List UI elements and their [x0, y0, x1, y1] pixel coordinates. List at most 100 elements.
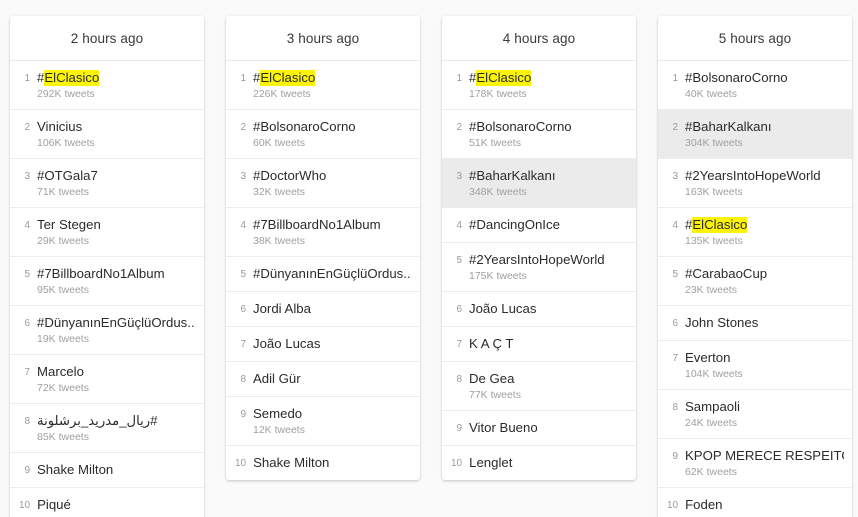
trend-row[interactable]: 7 Everton 104K tweets — [658, 341, 852, 390]
trend-name[interactable]: João Lucas — [253, 334, 412, 353]
trend-name[interactable]: John Stones — [685, 313, 844, 332]
trend-rank: 5 — [672, 269, 678, 280]
trend-row[interactable]: 3 #2YearsIntoHopeWorld 163K tweets — [658, 159, 852, 208]
trend-row[interactable]: 2 #BaharKalkanı 304K tweets — [658, 110, 852, 159]
trend-row[interactable]: 5 #7BillboardNo1Album 95K tweets — [10, 257, 204, 306]
trend-rank: 7 — [672, 353, 678, 364]
trend-row[interactable]: 1 #BolsonaroCorno 40K tweets — [658, 61, 852, 110]
trend-name[interactable]: #ElClasico — [37, 68, 196, 87]
trend-name[interactable]: #DoctorWho — [253, 166, 412, 185]
trend-name[interactable]: Lenglet — [469, 453, 628, 472]
card-header-title: 3 hours ago — [226, 16, 420, 61]
trend-row[interactable]: 8 Sampaoli 24K tweets — [658, 390, 852, 439]
trend-row[interactable]: 1 #ElClasico 178K tweets — [442, 61, 636, 110]
trend-name[interactable]: Jordi Alba — [253, 299, 412, 318]
trend-info: #ElClasico 178K tweets — [469, 68, 628, 102]
trend-name[interactable]: Marcelo — [37, 362, 196, 381]
trend-name[interactable]: #7BillboardNo1Album — [37, 264, 196, 283]
trends-board: 2 hours ago 1 #ElClasico 292K tweets 2 Vinici… — [0, 0, 858, 517]
trend-card: 5 hours ago 1 #BolsonaroCorno 40K tweets 2 #B… — [658, 16, 852, 517]
trend-row[interactable]: 9 KPOP MERECE RESPEITO 62K tweets — [658, 439, 852, 488]
trend-row[interactable]: 6 John Stones — [658, 306, 852, 341]
trend-name[interactable]: #CarabaoCup — [685, 264, 844, 283]
trend-row[interactable]: 4 #DancingOnIce — [442, 208, 636, 243]
trend-rank: 2 — [456, 122, 462, 133]
trend-name[interactable]: Semedo — [253, 404, 412, 423]
trend-name[interactable]: #7BillboardNo1Album — [253, 215, 412, 234]
trend-name[interactable]: Ter Stegen — [37, 215, 196, 234]
trend-name[interactable]: #ElClasico — [685, 215, 844, 234]
trend-name[interactable]: K A Ç T — [469, 334, 628, 353]
trend-row[interactable]: 10 Shake Milton — [226, 446, 420, 480]
trend-row[interactable]: 2 #BolsonaroCorno 51K tweets — [442, 110, 636, 159]
trend-row[interactable]: 6 Jordi Alba — [226, 292, 420, 327]
trend-row[interactable]: 10 Foden10K tweets — [658, 488, 852, 517]
trend-name[interactable]: Shake Milton — [253, 453, 412, 472]
trend-name[interactable]: #BolsonaroCorno — [469, 117, 628, 136]
trend-row[interactable]: 6 #DünyanınEnGüçlüOrdus... 19K tweets — [10, 306, 204, 355]
trend-name[interactable]: Vinicius — [37, 117, 196, 136]
trend-row[interactable]: 4 #ElClasico 135K tweets — [658, 208, 852, 257]
trend-name[interactable]: #BaharKalkanı — [469, 166, 628, 185]
trend-row[interactable]: 7 K A Ç T — [442, 327, 636, 362]
trend-row[interactable]: 8 #ريال_مدريد_برشلونة 85K tweets — [10, 404, 204, 453]
card-header-title: 2 hours ago — [10, 16, 204, 61]
trend-row[interactable]: 9 Shake Milton — [10, 453, 204, 488]
trend-rank: 9 — [240, 409, 246, 420]
trend-info: #OTGala7 71K tweets — [37, 166, 196, 200]
trend-row[interactable]: 6 João Lucas — [442, 292, 636, 327]
trend-tweet-count: 175K tweets — [469, 270, 527, 282]
trend-name[interactable]: #ElClasico — [253, 68, 412, 87]
trend-rank: 1 — [456, 73, 462, 84]
trend-name[interactable]: Vitor Bueno — [469, 418, 628, 437]
trend-name[interactable]: De Gea — [469, 369, 628, 388]
trend-row[interactable]: 5 #DünyanınEnGüçlüOrdus... — [226, 257, 420, 292]
trend-row[interactable]: 9 Semedo 12K tweets — [226, 397, 420, 446]
trend-row[interactable]: 3 #OTGala7 71K tweets — [10, 159, 204, 208]
trend-name[interactable]: Shake Milton — [37, 460, 196, 479]
trend-tweet-count: 104K tweets — [685, 368, 743, 380]
trend-info: #BolsonaroCorno 60K tweets — [253, 117, 412, 151]
trend-row[interactable]: 4 #7BillboardNo1Album 38K tweets — [226, 208, 420, 257]
trend-row[interactable]: 3 #DoctorWho 32K tweets — [226, 159, 420, 208]
trend-row[interactable]: 1 #ElClasico 226K tweets — [226, 61, 420, 110]
trend-row[interactable]: 2 Vinicius 106K tweets — [10, 110, 204, 159]
trend-name[interactable]: #BolsonaroCorno — [253, 117, 412, 136]
trend-name[interactable]: Piqué — [37, 495, 196, 514]
trend-row[interactable]: 5 #CarabaoCup 23K tweets — [658, 257, 852, 306]
trend-row[interactable]: 10 Piqué39K tweets — [10, 488, 204, 517]
trend-name[interactable]: João Lucas — [469, 299, 628, 318]
trend-row[interactable]: 1 #ElClasico 292K tweets — [10, 61, 204, 110]
trend-rank: 6 — [24, 318, 30, 329]
trend-row[interactable]: 10 Lenglet — [442, 446, 636, 480]
trend-name[interactable]: #OTGala7 — [37, 166, 196, 185]
trend-name[interactable]: #2YearsIntoHopeWorld — [469, 250, 628, 269]
trend-name[interactable]: #DünyanınEnGüçlüOrdus... — [253, 264, 412, 283]
trend-rank: 4 — [672, 220, 678, 231]
trend-name[interactable]: KPOP MERECE RESPEITO — [685, 446, 844, 465]
trend-row[interactable]: 9 Vitor Bueno — [442, 411, 636, 446]
trend-name[interactable]: #2YearsIntoHopeWorld — [685, 166, 844, 185]
trend-name[interactable]: #DünyanınEnGüçlüOrdus... — [37, 313, 196, 332]
trend-row[interactable]: 5 #2YearsIntoHopeWorld 175K tweets — [442, 243, 636, 292]
trend-name[interactable]: #DancingOnIce — [469, 215, 628, 234]
trend-row[interactable]: 3 #BaharKalkanı 348K tweets — [442, 159, 636, 208]
trend-info: Semedo 12K tweets — [253, 404, 412, 438]
trend-name[interactable]: Foden — [685, 495, 844, 514]
trend-name[interactable]: Adil Gür — [253, 369, 412, 388]
trend-row[interactable]: 7 João Lucas — [226, 327, 420, 362]
trend-row[interactable]: 2 #BolsonaroCorno 60K tweets — [226, 110, 420, 159]
trend-row[interactable]: 8 De Gea 77K tweets — [442, 362, 636, 411]
trend-rank: 4 — [24, 220, 30, 231]
trend-info: Ter Stegen 29K tweets — [37, 215, 196, 249]
trend-rank: 5 — [240, 269, 246, 280]
trend-row[interactable]: 7 Marcelo 72K tweets — [10, 355, 204, 404]
trend-name[interactable]: #BaharKalkanı — [685, 117, 844, 136]
trend-row[interactable]: 4 Ter Stegen 29K tweets — [10, 208, 204, 257]
trend-name[interactable]: #ريال_مدريد_برشلونة — [37, 411, 196, 430]
trend-name[interactable]: #BolsonaroCorno — [685, 68, 844, 87]
trend-name[interactable]: Sampaoli — [685, 397, 844, 416]
trend-name[interactable]: Everton — [685, 348, 844, 367]
trend-row[interactable]: 8 Adil Gür — [226, 362, 420, 397]
trend-name[interactable]: #ElClasico — [469, 68, 628, 87]
